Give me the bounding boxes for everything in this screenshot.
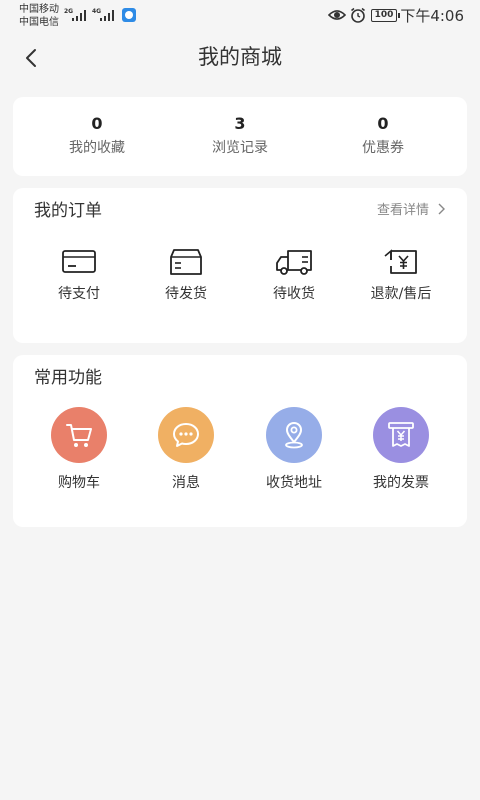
orders-card: 我的订单 查看详情 待支付 待发货 待收货 退款/售后 <box>13 188 467 343</box>
stat-label: 浏览记录 <box>212 140 268 156</box>
functions-title: 常用功能 <box>34 368 102 388</box>
stat-label: 我的收藏 <box>69 140 125 156</box>
function-cart[interactable]: 购物车 <box>25 407 133 497</box>
carrier-info: 中国移动 中国电信 <box>19 3 59 29</box>
invoice-icon-circle <box>373 407 429 463</box>
function-label: 我的发票 <box>373 475 429 491</box>
app-notification-icon <box>122 8 136 22</box>
function-invoice[interactable]: 我的发票 <box>347 407 455 497</box>
stat-history[interactable]: 3 浏览记录 <box>170 97 310 176</box>
order-item-label: 待收货 <box>273 286 315 302</box>
message-icon-circle <box>158 407 214 463</box>
function-label: 购物车 <box>58 475 100 491</box>
box-icon <box>170 249 202 275</box>
stat-favorites[interactable]: 0 我的收藏 <box>27 97 167 176</box>
stat-value: 0 <box>377 114 389 133</box>
functions-card: 常用功能 购物车 消息 收货地址 我的发票 <box>13 355 467 527</box>
battery-icon: 100 <box>371 9 400 22</box>
view-details-label: 查看详情 <box>376 203 429 218</box>
page-title: 我的商城 <box>198 45 282 69</box>
order-pending-payment[interactable]: 待支付 <box>25 248 133 314</box>
order-item-label: 退款/售后 <box>370 286 432 302</box>
function-address[interactable]: 收货地址 <box>240 407 348 497</box>
stat-coupons[interactable]: 0 优惠券 <box>313 97 453 176</box>
function-label: 收货地址 <box>266 475 322 491</box>
clock: 下午4:06 <box>400 7 464 25</box>
carrier-1: 中国移动 <box>19 4 59 15</box>
cart-icon <box>66 424 92 447</box>
eye-icon <box>328 10 346 20</box>
truck-icon <box>276 250 312 275</box>
card-icon <box>62 250 96 273</box>
invoice-icon <box>388 422 414 447</box>
cart-icon-circle <box>51 407 107 463</box>
orders-title: 我的订单 <box>34 201 102 221</box>
function-label: 消息 <box>172 475 200 491</box>
order-pending-receipt[interactable]: 待收货 <box>240 248 348 314</box>
stat-value: 0 <box>91 114 103 133</box>
location-icon-circle <box>266 407 322 463</box>
carrier-2: 中国电信 <box>19 17 59 28</box>
alarm-icon <box>351 7 365 23</box>
order-refund[interactable]: 退款/售后 <box>347 248 455 314</box>
location-icon <box>285 422 303 449</box>
view-details-link[interactable]: 查看详情 <box>377 202 445 220</box>
message-icon <box>173 423 199 447</box>
status-bar: 中国移动 中国电信 2G 4G 100 下午4:06 <box>0 0 480 32</box>
refund-icon <box>384 249 417 274</box>
stats-card: 0 我的收藏 3 浏览记录 0 优惠券 <box>13 97 467 176</box>
order-item-label: 待发货 <box>165 286 207 302</box>
header: 我的商城 <box>0 32 480 84</box>
order-pending-shipment[interactable]: 待发货 <box>132 248 240 314</box>
stat-value: 3 <box>234 114 246 133</box>
stat-label: 优惠券 <box>362 140 404 156</box>
order-item-label: 待支付 <box>58 286 100 302</box>
function-messages[interactable]: 消息 <box>132 407 240 497</box>
chevron-right-icon <box>438 203 445 215</box>
